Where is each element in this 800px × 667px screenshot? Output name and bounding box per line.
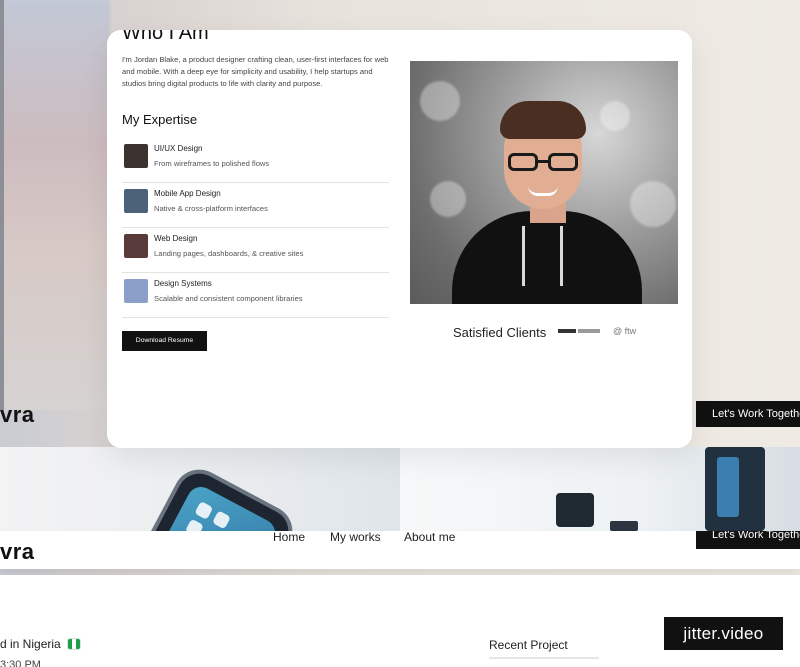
expertise-desc: From wireframes to polished flows [154,159,270,168]
recent-project-divider [489,657,599,659]
client-logo [558,329,602,335]
background-edge [0,0,4,410]
site-logo[interactable]: vra [0,539,35,565]
client-logo-2: @ ftw [613,326,637,336]
expertise-heading: My Expertise [122,112,198,127]
site-logo[interactable]: vra [0,402,35,428]
download-resume-button[interactable]: Download Resume [122,331,207,351]
location-text: d in Nigeria [0,637,81,651]
about-card: Who I Am I'm Jordan Blake, a product des… [107,30,692,448]
device-illustration-tall [705,447,765,531]
page-title: Who I Am [122,30,209,44]
thumbnail-image [124,279,148,303]
thumbnail-image [124,189,148,213]
project-image-phone[interactable] [0,447,400,531]
location-label: d in Nigeria [0,637,61,651]
bio-text: I'm Jordan Blake, a product designer cra… [122,55,389,88]
nigeria-flag-icon [66,638,81,650]
expertise-desc: Native & cross-platform interfaces [154,204,268,213]
nav-links: Home My works About me [273,530,455,544]
expertise-title: Web Design [154,234,198,243]
project-strip [0,447,800,531]
list-item[interactable]: UI/UX Design From wireframes to polished… [122,138,389,183]
profile-photo [410,61,678,304]
expertise-title: UI/UX Design [154,144,203,153]
phone-illustration [133,465,297,531]
thumbnail-image [124,234,148,258]
nav-link-my-works[interactable]: My works [330,530,404,544]
list-item[interactable]: Mobile App Design Native & cross-platfor… [122,183,389,228]
expertise-list: UI/UX Design From wireframes to polished… [122,138,389,318]
local-time: 3:30 PM [0,659,41,667]
expertise-title: Mobile App Design [154,189,221,198]
project-image-devices[interactable] [400,447,800,531]
list-item[interactable]: Design Systems Scalable and consistent c… [122,273,389,318]
recent-project-heading: Recent Project [489,638,568,652]
background-blur-left [0,0,110,410]
satisfied-clients-label: Satisfied Clients [453,325,547,340]
lets-work-together-button[interactable]: Let's Work Together [696,531,800,549]
lets-work-together-button[interactable]: Let's Work Together [696,401,800,427]
device-illustration [556,493,594,527]
thumbnail-image [124,144,148,168]
list-item[interactable]: Web Design Landing pages, dashboards, & … [122,228,389,273]
nav-link-about-me[interactable]: About me [404,530,455,544]
nav-link-home[interactable]: Home [273,530,330,544]
site-nav-lower: vra Home My works About me Let's Work To… [0,530,800,569]
expertise-title: Design Systems [154,279,212,288]
jitter-watermark: jitter.video [664,617,783,650]
expertise-desc: Scalable and consistent component librar… [154,294,303,303]
expertise-desc: Landing pages, dashboards, & creative si… [154,249,304,258]
device-illustration-small [610,521,638,531]
